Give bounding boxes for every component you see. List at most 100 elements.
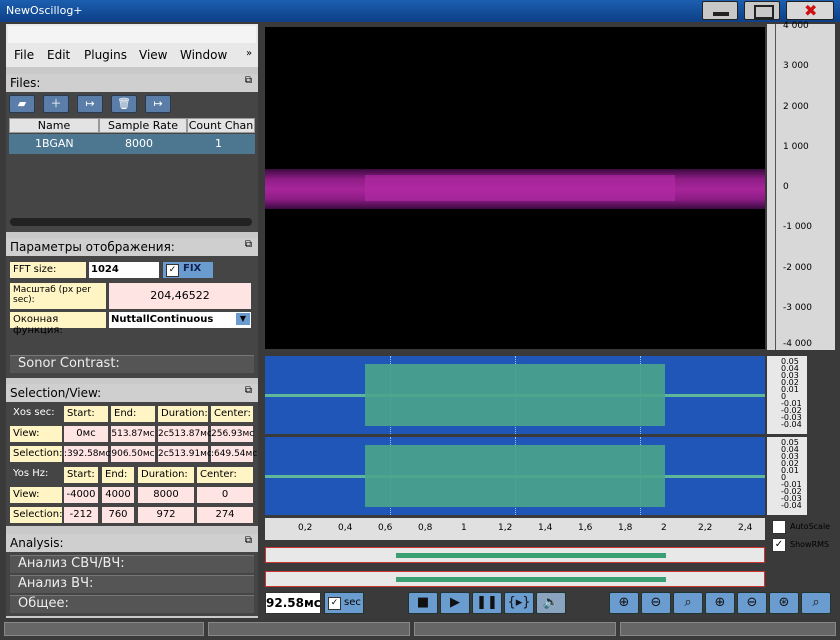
col-name[interactable]: Name	[9, 118, 99, 133]
menu-window[interactable]: Window	[180, 48, 227, 62]
spectro-y-axis: 4 000 3 000 2 000 1 000 0 -1 000 -2 000 …	[767, 21, 835, 350]
contrast-bar[interactable]: Sonor Contrast:	[10, 355, 254, 373]
spectro-tick: -4 000	[783, 339, 813, 349]
time-tick: 2,2	[698, 523, 713, 533]
pin-icon[interactable]: ⧉	[245, 385, 252, 396]
fix-checkbox[interactable]: ✓	[166, 264, 179, 277]
yos-sel-dur[interactable]: 972	[138, 507, 194, 523]
pin-icon[interactable]: ⧉	[245, 239, 252, 250]
time-tick: 1,6	[578, 523, 593, 533]
pin-icon[interactable]: ⧉	[245, 75, 252, 86]
spectro-tick: -3 000	[783, 303, 813, 313]
xos-end-h: End:	[111, 406, 155, 422]
import-icon[interactable]: ↦	[77, 95, 103, 113]
fix-toggle[interactable]: FIX ✓	[163, 262, 213, 278]
status-pane	[414, 622, 616, 636]
zoom-in-x-button[interactable]: ⊕	[609, 592, 639, 614]
add-file-icon[interactable]: ＋	[43, 95, 69, 113]
xos-center-h: Center:	[211, 406, 253, 422]
yos-sel-end[interactable]: 760	[102, 507, 134, 523]
yos-sel-center[interactable]: 274	[197, 507, 253, 523]
yos-view-dur[interactable]: 8000	[138, 487, 194, 503]
overview-1[interactable]	[265, 547, 765, 563]
xos-view-start[interactable]: 0мс	[64, 426, 108, 442]
checkbox-checked[interactable]: ✓	[772, 538, 786, 552]
autoscale-checkbox[interactable]: AutoScale	[772, 520, 832, 534]
files-scrollbar[interactable]	[10, 218, 252, 226]
xos-sel-center[interactable]: :649.54мс	[211, 446, 257, 462]
play-icon: ▶	[450, 595, 460, 610]
open-folder-icon[interactable]: ▰	[9, 95, 35, 113]
zoom-all-button[interactable]: ⌕	[801, 592, 831, 614]
spectrogram[interactable]	[265, 27, 765, 349]
status-pane	[208, 622, 410, 636]
menu-plugins[interactable]: Plugins	[84, 48, 127, 62]
analysis-title: Analysis:	[10, 536, 64, 550]
xos-sel-start[interactable]: :392.58мс	[64, 446, 110, 462]
spectro-tick: 3 000	[783, 61, 809, 71]
zoom-out-y-button[interactable]: ⊖	[737, 592, 767, 614]
sec-checkbox[interactable]: ✓	[328, 597, 341, 610]
contrast-label: Sonor Contrast:	[18, 356, 120, 371]
zoom-fit-x-button[interactable]: ⌕	[673, 592, 703, 614]
time-tick: 2	[661, 523, 667, 533]
yos-sel-start[interactable]: -212	[64, 507, 98, 523]
file-name: 1BGAN	[35, 137, 74, 150]
xos-view-end[interactable]: 513.87мс	[111, 426, 155, 442]
overview-2[interactable]	[265, 571, 765, 587]
stop-button[interactable]: ■	[408, 592, 438, 614]
wave-envelope	[365, 445, 665, 507]
time-tick: 1,2	[498, 523, 513, 533]
analysis-uhf[interactable]: Анализ СВЧ/ВЧ:	[10, 555, 254, 573]
time-tick: 0,2	[298, 523, 313, 533]
fft-size-input[interactable]: 1024	[89, 262, 159, 278]
file-row[interactable]: 1BGAN 8000 1	[9, 134, 255, 154]
maximize-button[interactable]	[744, 1, 780, 20]
waveform-channel-1[interactable]	[265, 356, 765, 434]
col-count-chan[interactable]: Count Chan	[187, 118, 255, 133]
title-bar: NewOscillog+ ✖	[0, 0, 840, 22]
zoom-in-y-button[interactable]: ⊕	[705, 592, 735, 614]
play-button[interactable]: ▶	[440, 592, 470, 614]
spectro-tick: 1 000	[783, 142, 809, 152]
analysis-hf[interactable]: Анализ ВЧ:	[10, 575, 254, 593]
sec-toggle[interactable]: ✓ sec	[324, 592, 364, 614]
window-func-select[interactable]: NuttallContinuous ▼	[109, 312, 251, 328]
zoom-selection-button[interactable]: ⊛	[769, 592, 799, 614]
yos-view-end[interactable]: 4000	[102, 487, 134, 503]
zoom-out-x-button[interactable]: ⊖	[641, 592, 671, 614]
loop-selection-icon: {▸}	[507, 595, 531, 610]
analysis-general[interactable]: Общее:	[10, 595, 254, 613]
pin-icon[interactable]: ⧉	[245, 535, 252, 546]
menu-view[interactable]: View	[139, 48, 167, 62]
close-button[interactable]: ✖	[786, 1, 834, 20]
menu-file[interactable]: File	[14, 48, 34, 62]
view-area: 4 000 3 000 2 000 1 000 0 -1 000 -2 000 …	[262, 21, 840, 618]
menu-edit[interactable]: Edit	[47, 48, 70, 62]
mute-button[interactable]: 🔈	[536, 592, 566, 614]
export-icon[interactable]: ↦	[145, 95, 171, 113]
yos-view-label: View:	[10, 487, 62, 503]
menu-overflow[interactable]: »	[246, 48, 252, 59]
showrms-checkbox[interactable]: ✓ ShowRMS	[772, 538, 832, 552]
selection-header: Selection/View: ⧉	[6, 384, 258, 402]
display-panel: FFT size: 1024 FIX ✓ Масштаб (px per sec…	[6, 256, 258, 378]
yos-label: Yos Hz:	[10, 466, 62, 482]
minimize-button[interactable]	[702, 1, 738, 20]
xos-label: Xos sec:	[10, 405, 62, 421]
waveform-channel-2[interactable]	[265, 437, 765, 515]
yos-view-start[interactable]: -4000	[64, 487, 98, 503]
xos-sel-end[interactable]: 906.50мс	[111, 446, 155, 462]
display-header: Параметры отображения: ⧉	[6, 238, 258, 256]
yos-view-center[interactable]: 0	[197, 487, 253, 503]
trash-icon[interactable]: 🗑	[111, 95, 137, 113]
chevron-down-icon[interactable]: ▼	[236, 313, 250, 325]
time-tick: 1,4	[538, 523, 553, 533]
xos-view-center[interactable]: 256.93мс	[211, 426, 254, 442]
loop-button[interactable]: {▸}	[504, 592, 534, 614]
col-sample-rate[interactable]: Sample Rate	[99, 118, 187, 133]
pause-button[interactable]: ❚❚	[472, 592, 502, 614]
xos-sel-dur[interactable]: 2c513.91мс	[158, 446, 212, 462]
xos-view-dur[interactable]: 2c513.87мс	[158, 426, 212, 442]
checkbox-box[interactable]	[772, 520, 786, 534]
